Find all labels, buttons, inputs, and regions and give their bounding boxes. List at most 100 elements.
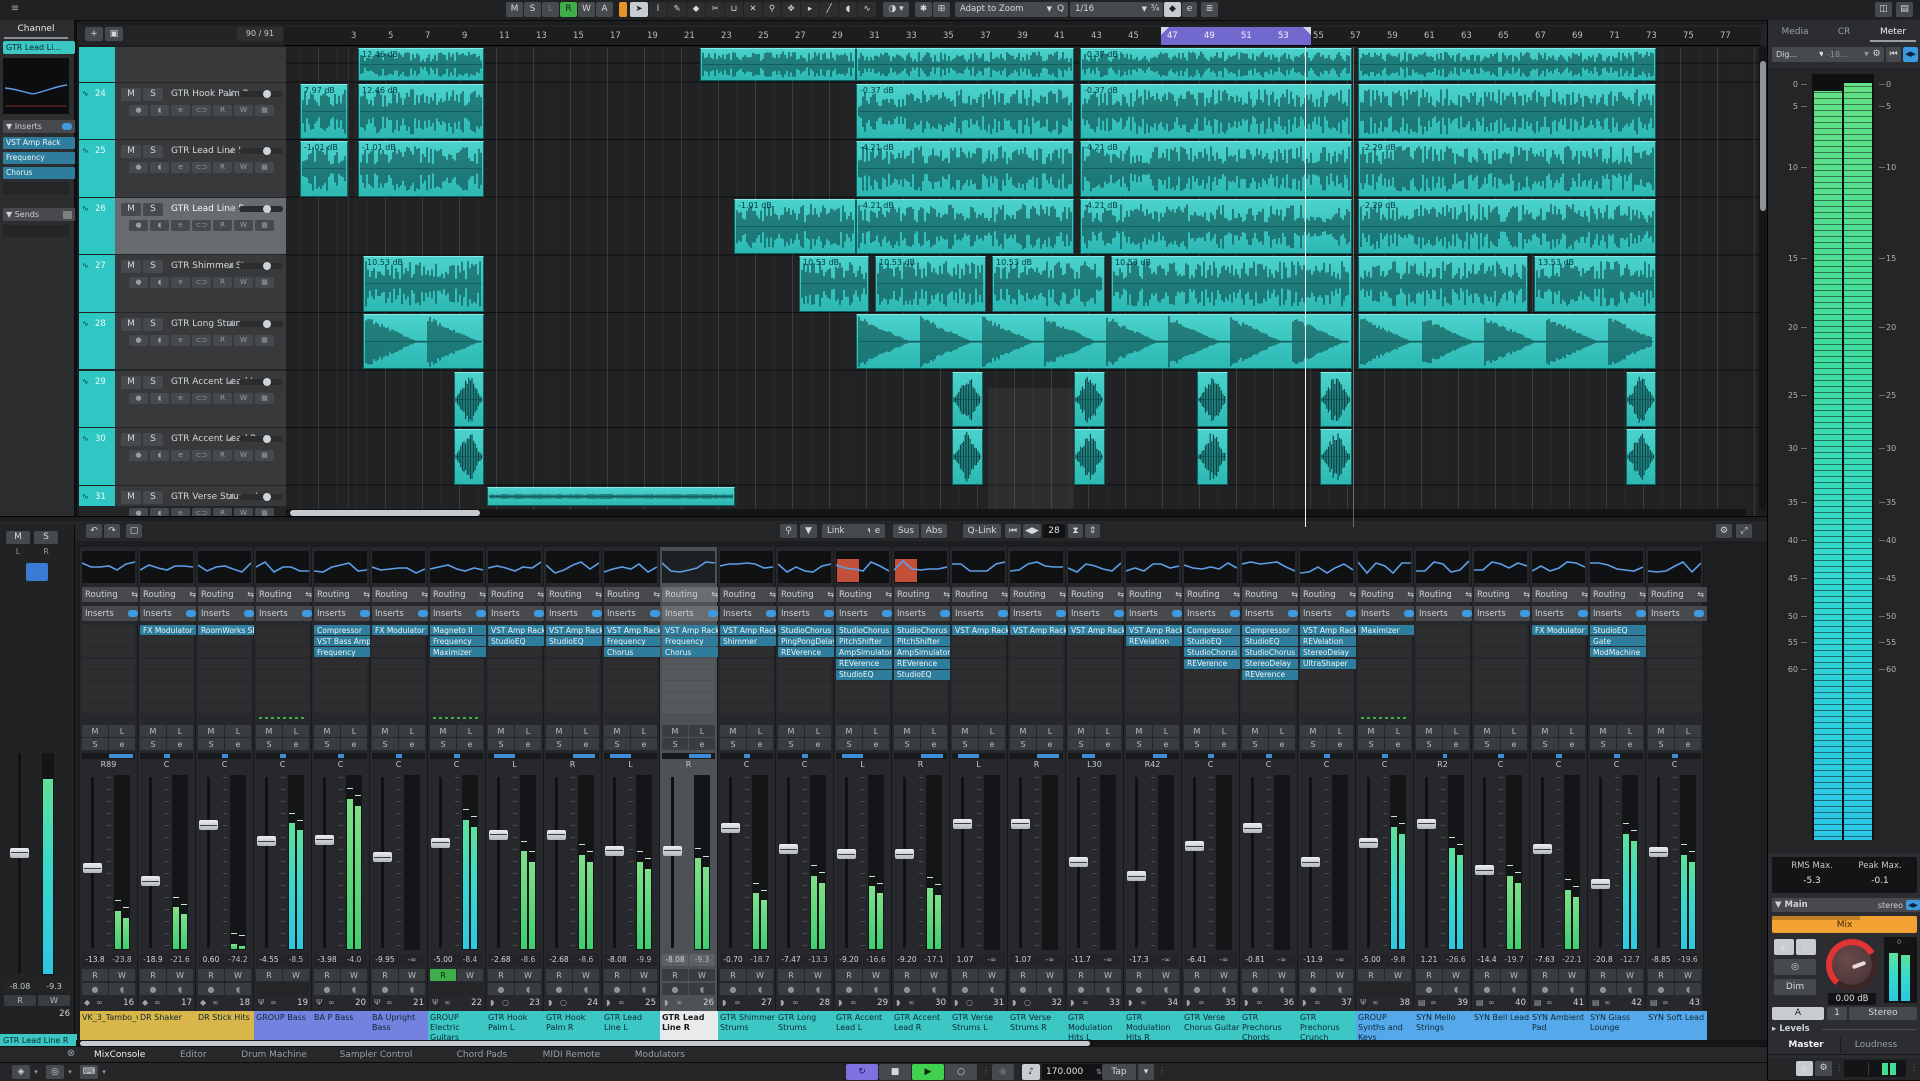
insert-slot[interactable]: VST Amp Rack [488, 625, 547, 635]
channel-listen-button[interactable]: L [1327, 725, 1353, 737]
channel-curve-thumbnail[interactable] [1590, 551, 1643, 583]
tab-media[interactable]: Media [1772, 24, 1818, 40]
tempo-value[interactable]: 170.000⇅ [1042, 1064, 1106, 1080]
monitor-button[interactable]: ◖ [1443, 983, 1469, 995]
add-track-button[interactable]: + [85, 27, 103, 41]
channel-strip-42[interactable]: Routing⇆InsertsStudioEQGateModMachineMLS… [1588, 547, 1646, 1039]
track-sub-0[interactable]: ● [129, 162, 148, 173]
insert-slot-empty[interactable] [1532, 659, 1585, 669]
channel-name-label[interactable]: GTR Long Strums [776, 1011, 837, 1043]
channel-solo-button[interactable]: S [140, 738, 166, 750]
meter-peak-value[interactable]: -9.3 [689, 954, 715, 966]
insert-slot-empty[interactable] [140, 692, 193, 702]
write-automation-button[interactable]: W [1153, 969, 1179, 981]
channel-solo-button[interactable]: S [952, 738, 978, 750]
insert-slot[interactable]: VST Bass Amp [314, 636, 373, 646]
arrangement-area[interactable]: 12.46 dB-0.37 dB7.97 dB12.46 dB-0.37 dB-… [286, 47, 1759, 527]
inserts-rack-header[interactable]: Inserts [836, 606, 895, 621]
insert-slot[interactable]: Maximizer [430, 647, 489, 657]
read-automation-button[interactable]: R [1532, 969, 1558, 981]
channel-edit-button[interactable]: e [747, 738, 773, 750]
read-automation-button[interactable]: R [1590, 969, 1616, 981]
insert-slot-empty[interactable] [488, 692, 541, 702]
track-row-25[interactable]: ∿25MSGTR Lead Line L●◖e⊂⊃RW▦◢ [79, 140, 286, 197]
channel-listen-button[interactable]: L [225, 725, 251, 737]
qlink-button[interactable]: Q-Link [963, 524, 1001, 538]
audio-clip[interactable] [454, 429, 484, 485]
chevron-down-icon[interactable]: ▾ [65, 1065, 75, 1079]
channel-name-label[interactable]: GTR Modulation Hits R [1124, 1011, 1185, 1043]
chevron-down-icon[interactable]: ▾ [31, 1065, 41, 1079]
insert-slot-empty[interactable] [720, 681, 773, 691]
channel-curve-thumbnail[interactable] [1126, 551, 1179, 583]
bank-count-value[interactable]: 28 [1043, 524, 1065, 538]
insert-slot-empty[interactable] [1416, 692, 1469, 702]
channel-mute-button[interactable]: M [1416, 725, 1442, 737]
track-preset-button[interactable]: ▣ [105, 27, 123, 41]
channel-listen-button[interactable]: L [1095, 725, 1121, 737]
chevron-down-icon[interactable]: ▾ [99, 1065, 109, 1079]
insert-slot-empty[interactable] [1416, 681, 1469, 691]
meter-peak-value[interactable]: -16.6 [863, 954, 889, 966]
channel-listen-button[interactable]: L [1269, 725, 1295, 737]
record-enable-button[interactable]: ● [1474, 983, 1500, 995]
channel-mute-button[interactable]: M [1358, 725, 1384, 737]
monitor-button[interactable]: ◖ [399, 983, 425, 995]
record-enable-button[interactable]: ● [1416, 983, 1442, 995]
track-sub-5[interactable]: W [234, 277, 253, 288]
insert-slot-empty[interactable] [1416, 636, 1469, 646]
pan-slider[interactable] [314, 753, 367, 759]
insert-slot[interactable]: StudioChorus [1184, 647, 1243, 657]
audio-clip[interactable] [1197, 372, 1228, 428]
meter-peak-value[interactable]: -∞ [1037, 954, 1063, 966]
slider-handle[interactable] [263, 320, 271, 328]
fader-db-value[interactable]: -0.81 [1242, 954, 1268, 966]
record-enable-button[interactable]: ● [720, 983, 746, 995]
channel-solo-button[interactable]: S [372, 738, 398, 750]
write-automation-button[interactable]: W [399, 969, 425, 981]
audio-clip[interactable] [1074, 429, 1105, 485]
channel-listen-button[interactable]: L [283, 725, 309, 737]
insert-slot[interactable]: FX Modulator [372, 625, 431, 635]
insert-slot-empty[interactable] [720, 703, 773, 713]
meter-peak-value[interactable]: -17.1 [921, 954, 947, 966]
insert-slot-empty[interactable] [1474, 647, 1527, 657]
insert-slot-empty[interactable] [1010, 681, 1063, 691]
insert-slot[interactable]: Compressor [1184, 625, 1243, 635]
insert-slot-empty[interactable] [1358, 692, 1411, 702]
channel-curve-thumbnail[interactable] [1416, 551, 1469, 583]
channel-mute-button[interactable]: M [82, 725, 108, 737]
track-volume-slider[interactable] [239, 436, 283, 442]
write-automation-button[interactable]: W [805, 969, 831, 981]
mix-output-bar[interactable]: Mix [1772, 916, 1917, 933]
insert-slot-empty[interactable] [256, 681, 309, 691]
pan-slider[interactable] [1068, 753, 1121, 759]
routing-rack-header[interactable]: Routing⇆ [488, 587, 547, 602]
audio-clip[interactable] [1358, 314, 1656, 370]
automation-l-button[interactable]: L [542, 2, 559, 17]
record-enable-button[interactable]: ● [778, 983, 804, 995]
settings-small-button[interactable]: ⚙ [1815, 1061, 1832, 1076]
pan-slider[interactable] [778, 753, 831, 759]
monitor-button[interactable]: ◖ [1153, 983, 1179, 995]
channel-solo-button[interactable]: S [1416, 738, 1442, 750]
channel-listen-button[interactable]: L [1153, 725, 1179, 737]
channel-listen-button[interactable]: L [979, 725, 1005, 737]
fader-zone[interactable] [660, 773, 717, 952]
audio-clip[interactable] [1320, 372, 1352, 428]
insert-slot[interactable]: StudioChorus [894, 625, 953, 635]
channel-curve-thumbnail[interactable] [720, 551, 773, 583]
channel-strip-36[interactable]: Routing⇆InsertsCompressorStudioEQStudioC… [1240, 547, 1298, 1039]
insert-slot-empty[interactable] [82, 670, 135, 680]
track-sub-5[interactable]: W [234, 393, 253, 404]
insert-slot-empty[interactable] [1590, 659, 1643, 669]
insert-slot-empty[interactable] [1068, 647, 1121, 657]
channel-strip-35[interactable]: Routing⇆InsertsCompressorStudioEQStudioC… [1182, 547, 1240, 1039]
insert-slot-empty[interactable] [256, 625, 309, 635]
fader-zone[interactable] [1356, 773, 1413, 952]
insert-slot-empty[interactable] [314, 681, 367, 691]
fader-zone[interactable] [950, 773, 1007, 952]
abs-button[interactable]: Abs [921, 524, 947, 538]
track-sub-4[interactable]: R [213, 162, 232, 173]
sends-slot-empty[interactable] [3, 225, 69, 237]
